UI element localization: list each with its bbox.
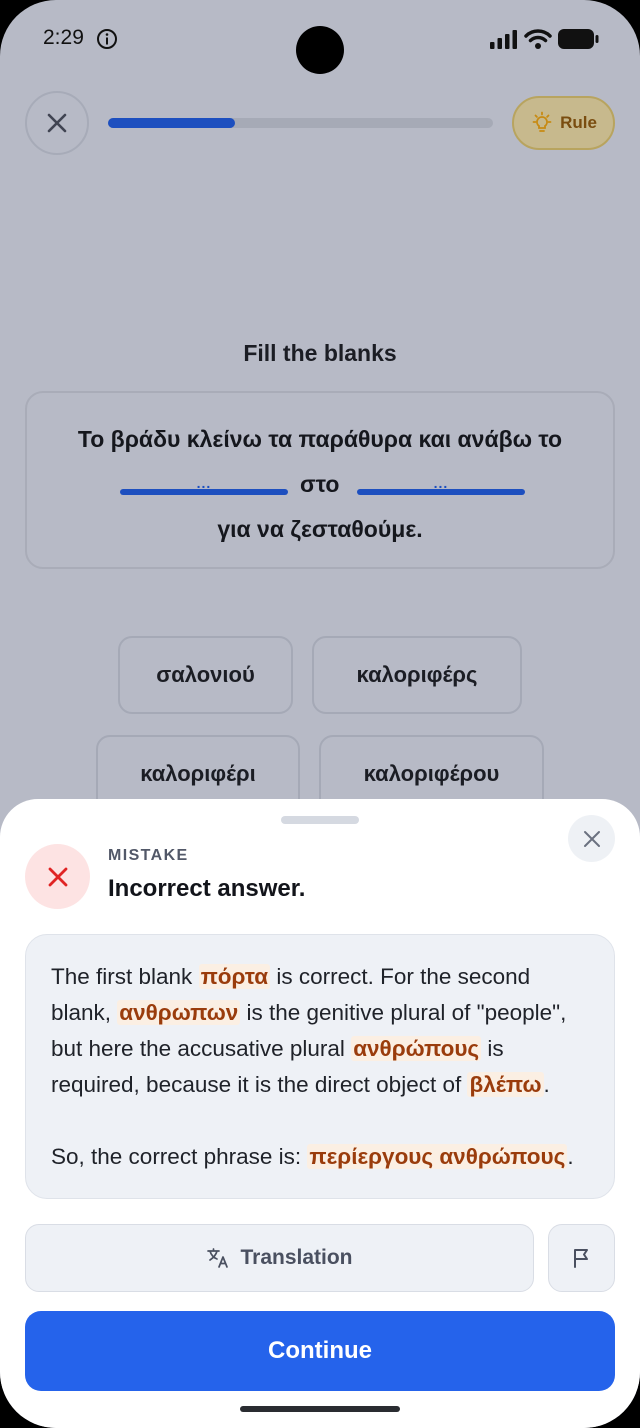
explanation-paragraph-1: The first blank πόρτα is correct. For th… [51, 959, 589, 1103]
close-icon [47, 113, 67, 133]
explanation-text: The first blank [51, 964, 199, 989]
highlight-word: ανθρωπων [117, 1000, 241, 1025]
status-time: 2:29 [43, 26, 84, 49]
status-bar: 2:29 [0, 0, 640, 80]
sheet-drag-handle[interactable] [281, 816, 359, 824]
wifi-icon [524, 29, 552, 49]
rule-button[interactable]: Rule [512, 96, 615, 150]
highlight-word: περίεργους ανθρώπους [307, 1144, 568, 1169]
explanation-box: The first blank πόρτα is correct. For th… [25, 934, 615, 1199]
lightbulb-icon [532, 111, 552, 132]
explanation-text: . [567, 1144, 574, 1169]
feedback-sheet: MISTAKE Incorrect answer. The first blan… [0, 799, 640, 1428]
sheet-close-button[interactable] [568, 815, 615, 862]
sentence-line-2: ... στο ... [27, 471, 613, 501]
translation-button[interactable]: Translation [25, 1224, 534, 1292]
explanation-paragraph-2: So, the correct phrase is: περίεργους αν… [51, 1139, 589, 1175]
sentence-line-1: Το βράδυ κλείνω τα παράθυρα και ανάβω το [77, 426, 563, 452]
cellular-signal-icon [490, 30, 517, 49]
sentence-middle-word: στο [300, 471, 340, 497]
blank-slot-1[interactable]: ... [120, 475, 288, 495]
close-lesson-button[interactable] [25, 91, 89, 155]
feedback-label: MISTAKE [108, 847, 189, 864]
highlight-word: βλέπω [467, 1072, 544, 1097]
home-indicator [240, 1406, 400, 1412]
option-chip[interactable]: καλοριφέρς [312, 636, 522, 714]
blank-2-placeholder: ... [433, 475, 449, 491]
info-icon [97, 29, 117, 49]
sentence-card: Το βράδυ κλείνω τα παράθυρα και ανάβω το… [25, 391, 615, 569]
option-chip[interactable]: σαλονιού [118, 636, 293, 714]
continue-button[interactable]: Continue [25, 1311, 615, 1391]
rule-label: Rule [560, 113, 597, 132]
explanation-text: So, the correct phrase is: [51, 1144, 308, 1169]
progress-fill [108, 118, 236, 128]
camera-cutout [296, 26, 344, 74]
blank-slot-2[interactable]: ... [357, 475, 525, 495]
explanation-text: . [543, 1072, 550, 1097]
lesson-progress-bar [108, 118, 493, 128]
flag-icon [573, 1249, 588, 1268]
feedback-title: Incorrect answer. [108, 875, 306, 902]
blank-1-placeholder: ... [196, 475, 212, 491]
report-button[interactable] [548, 1224, 615, 1292]
translate-icon [207, 1248, 229, 1268]
mistake-status-icon [25, 844, 90, 909]
sentence-line-3: για να ζεσταθούμε. [217, 516, 423, 542]
battery-icon [558, 29, 599, 49]
phone-screen: 2:29 Rule Fill the blanks Το βράδυ κλείν… [0, 0, 640, 1428]
close-icon [583, 830, 600, 847]
translation-label: Translation [240, 1246, 353, 1269]
highlight-word: πόρτα [198, 964, 271, 989]
x-mark-icon [48, 867, 67, 886]
highlight-word: ανθρώπους [351, 1036, 482, 1061]
exercise-prompt: Fill the blanks [243, 340, 397, 366]
